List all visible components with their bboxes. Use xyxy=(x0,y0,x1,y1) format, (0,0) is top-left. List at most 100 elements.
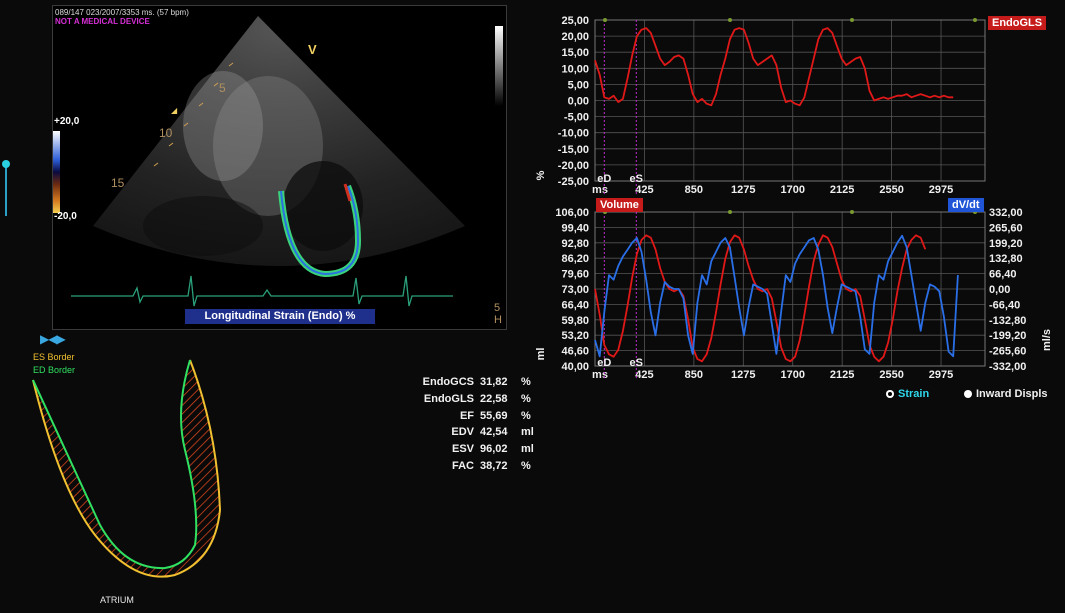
metric-row: EF 55,69% xyxy=(410,408,540,425)
y-tick-label: -10,00 xyxy=(558,128,589,140)
grid-marker-dot xyxy=(850,18,854,22)
metric-value: 31,82 xyxy=(480,376,508,388)
step-forward-icon[interactable]: ▶ xyxy=(56,332,65,346)
y-tick-label: 73,00 xyxy=(561,284,589,296)
metric-label: EndoGLS xyxy=(423,392,474,405)
y-tick-label: 20,00 xyxy=(561,31,589,43)
depth-label-10: 10 xyxy=(159,126,173,140)
x-tick-label: 850 xyxy=(685,184,703,196)
x-tick-label: 2125 xyxy=(830,369,854,381)
strain-radio-label: Strain xyxy=(898,388,930,400)
focus-marker-icon: ◢ xyxy=(171,106,178,115)
x-tick-label: 850 xyxy=(685,369,703,381)
radio-unselected-icon xyxy=(964,390,972,398)
metric-unit: ml xyxy=(521,426,534,439)
medical-warning: NOT A MEDICAL DEVICE xyxy=(55,17,150,26)
y-tick-label: -5,00 xyxy=(564,112,589,124)
dvdt-tag: dV/dt xyxy=(948,198,984,212)
strain-color-scale xyxy=(53,131,60,213)
scale-top-label: +20,0 xyxy=(54,116,80,127)
metric-row: ESV 96,02 ml xyxy=(410,441,540,458)
y-axis-label: ml xyxy=(535,348,547,361)
strain-mode-label: Longitudinal Strain (Endo) % xyxy=(185,309,375,324)
x-tick-label: 425 xyxy=(635,369,653,381)
play-icon[interactable]: ▶ xyxy=(40,332,49,346)
metric-label: EDV xyxy=(451,426,474,439)
y-tick-label: 5,00 xyxy=(568,79,589,91)
y-tick-label: 46,60 xyxy=(561,346,589,358)
y-tick-label: -25,00 xyxy=(558,176,589,188)
echo-image-panel[interactable]: 089/147 023/2007/3353 ms. (57 bpm) NOT A… xyxy=(52,5,507,330)
y-tick-label: 86,20 xyxy=(561,253,589,265)
metric-value: 55,69 xyxy=(480,409,508,422)
strain-radio[interactable]: Strain xyxy=(886,388,929,400)
echo-image xyxy=(53,16,503,307)
x-axis-unit-label: ms xyxy=(592,369,608,381)
metric-unit: % xyxy=(521,459,531,472)
x-tick-label: 2550 xyxy=(879,184,903,196)
metric-value: 42,54 xyxy=(480,426,508,439)
y2-tick-label: 265,60 xyxy=(989,222,1023,234)
chamber-label: ATRIUM xyxy=(100,595,134,605)
x-tick-label: 2125 xyxy=(830,184,854,196)
x-tick-label: 2975 xyxy=(929,184,953,196)
ecg-trace xyxy=(71,275,453,307)
series-line-dvdt xyxy=(594,234,959,358)
x-axis-unit-label: ms xyxy=(592,184,608,196)
depth-label-15: 15 xyxy=(111,176,125,190)
x-tick-label: 1700 xyxy=(780,184,804,196)
player-controls: ▶◀▶ xyxy=(40,332,66,346)
y2-axis-label: ml/s xyxy=(1041,329,1053,351)
corner-label-h: H xyxy=(494,314,502,326)
echo-analysis-screen: 089/147 023/2007/3353 ms. (57 bpm) NOT A… xyxy=(0,0,1065,613)
metric-row: EndoGCS 31,82% xyxy=(410,374,540,391)
y2-tick-label: 0,00 xyxy=(989,284,1010,296)
metric-value: 22,58 xyxy=(480,392,508,405)
metric-label: EF xyxy=(459,409,474,422)
y-tick-label: 79,60 xyxy=(561,269,589,281)
metric-label: ESV xyxy=(451,443,474,456)
y-tick-label: 53,20 xyxy=(561,330,589,342)
metrics-table: EndoGCS 31,82% EndoGLS 22,58% EF 55,69% EDV 42,… xyxy=(410,374,540,475)
y2-tick-label: -265,60 xyxy=(989,346,1026,358)
metric-row: EndoGLS 22,58% xyxy=(410,391,540,408)
metric-row: FAC 38,72% xyxy=(410,458,540,475)
metric-value: 38,72 xyxy=(480,459,508,472)
y-tick-label: 92,80 xyxy=(561,238,589,250)
y2-tick-label: -132,80 xyxy=(989,315,1026,327)
inward-displs-radio[interactable]: Inward Displs xyxy=(964,388,1048,400)
inward-displs-radio-label: Inward Displs xyxy=(976,388,1048,400)
y-tick-label: 99,40 xyxy=(561,222,589,234)
grid-marker-dot xyxy=(850,210,854,214)
orientation-mark: V xyxy=(308,42,317,57)
corner-label-5: 5 xyxy=(494,302,501,314)
y-tick-label: 106,00 xyxy=(555,207,589,219)
metric-value: 96,02 xyxy=(480,443,508,456)
metric-label: FAC xyxy=(452,459,474,472)
y2-tick-label: 132,80 xyxy=(989,253,1023,265)
y2-tick-label: -332,00 xyxy=(989,361,1026,373)
y-tick-label: -20,00 xyxy=(558,160,589,172)
metric-label: EndoGCS xyxy=(422,376,474,388)
x-tick-label: 1275 xyxy=(731,184,755,196)
event-marker-label: eS xyxy=(630,357,643,369)
event-marker-label: eS xyxy=(630,173,643,185)
grid-marker-dot xyxy=(603,18,607,22)
y2-tick-label: 332,00 xyxy=(989,207,1023,219)
y-tick-label: 10,00 xyxy=(561,63,589,75)
scale-bottom-label: -20,0 xyxy=(54,211,77,222)
lv-border-diagram xyxy=(32,359,222,578)
y-tick-label: 40,00 xyxy=(561,361,589,373)
endogls-tag: EndoGLS xyxy=(988,16,1047,30)
y-tick-label: 0,00 xyxy=(568,96,589,108)
metric-row: EDV 42,54 ml xyxy=(410,424,540,441)
side-slider-handle[interactable] xyxy=(2,160,10,168)
metric-unit: ml xyxy=(521,443,534,456)
y-tick-label: 59,80 xyxy=(561,315,589,327)
y-tick-label: 66,40 xyxy=(561,299,589,311)
grid-marker-dot xyxy=(973,18,977,22)
series-line-endogls xyxy=(594,27,954,107)
side-slider-track[interactable] xyxy=(5,164,7,216)
metric-unit: % xyxy=(521,392,531,405)
y-tick-label: -15,00 xyxy=(558,144,589,156)
